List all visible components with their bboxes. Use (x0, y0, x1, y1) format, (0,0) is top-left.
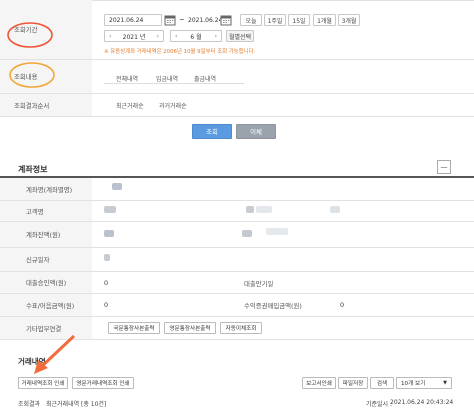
print-en-button[interactable]: 영문거래내역조회 인쇄 (72, 377, 134, 389)
check-amount-value: 0 (104, 301, 109, 309)
calendar-icon[interactable] (164, 14, 176, 26)
year-select[interactable]: ‹ 2021 년 › (104, 30, 164, 42)
loan-limit-value: 0 (104, 279, 109, 287)
per-page-select[interactable]: 10개 보기 ▼ (396, 377, 452, 389)
tab-withdraw[interactable]: 출금내역 (194, 74, 216, 83)
minus-icon: — (440, 162, 448, 171)
notice-text: ※ 유동성계좌 거래내역은 2006년 10월 9일부터 조회 가능합니다. (104, 49, 256, 55)
masked-value (330, 206, 340, 213)
orange-circle-annotation (9, 62, 55, 88)
arrow-annotation (34, 334, 76, 374)
submit-button[interactable]: 조회 (192, 124, 232, 139)
result-text: 최근거래내역 [총 10건] (46, 401, 107, 408)
row-label: 고객명 (0, 201, 92, 221)
en-passbook-copy-button[interactable]: 영문통장사본출력 (164, 322, 216, 334)
query-time: 2021.06.24 20:43:24 (390, 399, 454, 406)
date-range-tilde: ~ (179, 16, 185, 24)
tab-recent-order[interactable]: 최근거래순 (116, 101, 144, 110)
masked-value (104, 206, 116, 213)
tab-all[interactable]: 전체내역 (116, 74, 138, 83)
order-label: 조회결과순서 (14, 101, 50, 110)
masked-value (104, 254, 110, 261)
calendar-icon[interactable] (220, 14, 232, 26)
red-circle-annotation (7, 22, 53, 48)
loan-due-label: 대출만기일 (244, 280, 274, 288)
masked-value (104, 230, 114, 237)
print-kr-button[interactable]: 거래내역조회 인쇄 (18, 377, 68, 389)
fee-value: 0 (340, 301, 345, 309)
quick-1month-button[interactable]: 1개월 (313, 14, 336, 26)
account-collapse-button[interactable]: — (437, 160, 451, 174)
tab-deposit[interactable]: 입금내역 (156, 74, 178, 83)
masked-value (256, 206, 272, 213)
row-label: 대출승인액(원) (0, 272, 92, 293)
end-date-input[interactable]: 2021.06.24 (188, 14, 222, 26)
chevron-left-icon[interactable]: ‹ (109, 33, 111, 40)
masked-value (246, 206, 254, 213)
query-time-label: 기준일시 : (366, 401, 393, 408)
fee-label: 수익증권매입금액(원) (244, 302, 302, 310)
reset-button[interactable]: 이체 (236, 124, 276, 139)
row-label: 수표/어음금액(원) (0, 294, 92, 316)
masked-value (242, 230, 252, 237)
auto-transfer-button[interactable]: 자동이체조회 (220, 322, 262, 334)
order-label-cell: 조회결과순서 (0, 94, 92, 116)
chevron-right-icon[interactable]: › (215, 33, 217, 40)
masked-value (266, 228, 288, 235)
start-date-input[interactable]: 2021.06.24 (104, 14, 162, 26)
quick-15day-button[interactable]: 15일 (288, 14, 310, 26)
row-label: 계좌잔액(원) (0, 222, 92, 247)
report-print-button[interactable]: 보고서인쇄 (302, 377, 336, 389)
tab-past-order[interactable]: 과거거래순 (159, 101, 187, 110)
save-file-button[interactable]: 파일저장 (338, 377, 368, 389)
search-button[interactable]: 검색 (370, 377, 394, 389)
month-select[interactable]: ‹ 6 월 › (170, 30, 222, 42)
quick-3month-button[interactable]: 3개월 (338, 14, 360, 26)
account-section-title: 계좌정보 (18, 165, 48, 174)
month-select-button[interactable]: 월별선택 (226, 30, 254, 42)
chevron-down-icon: ▼ (443, 380, 447, 386)
kr-passbook-copy-button[interactable]: 국문통장사본출력 (108, 322, 160, 334)
quick-today-button[interactable]: 오늘 (240, 14, 262, 26)
chevron-right-icon[interactable]: › (157, 33, 159, 40)
quick-1week-button[interactable]: 1주일 (264, 14, 286, 26)
chevron-left-icon[interactable]: ‹ (175, 33, 177, 40)
masked-value (112, 183, 122, 190)
result-label: 조회결과 (18, 401, 41, 408)
row-label: 신규일자 (0, 248, 92, 271)
row-label: 계좌명(계좌별명) (0, 178, 92, 200)
